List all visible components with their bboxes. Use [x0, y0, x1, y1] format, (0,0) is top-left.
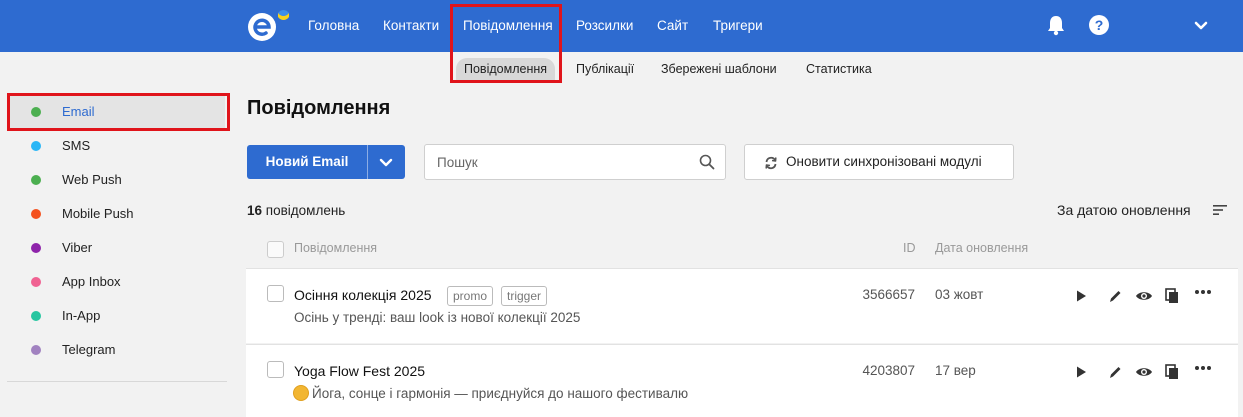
message-id: 3566657	[862, 287, 915, 302]
sms-channel-dot	[31, 141, 41, 151]
copy-icon[interactable]	[1163, 363, 1181, 381]
header-message[interactable]: Повідомлення	[294, 241, 377, 255]
search-input[interactable]	[437, 153, 687, 171]
message-name[interactable]: Yoga Flow Fest 2025	[294, 363, 425, 379]
copy-icon[interactable]	[1163, 287, 1181, 305]
message-date: 17 вер	[935, 363, 976, 378]
sidebar-item-label: Web Push	[62, 172, 122, 187]
row-checkbox[interactable]	[267, 285, 284, 302]
edit-icon[interactable]	[1106, 363, 1124, 381]
header-id[interactable]: ID	[903, 241, 916, 255]
subnav-statistics[interactable]: Статистика	[806, 58, 872, 80]
nav-site[interactable]: Сайт	[657, 0, 688, 52]
help-icon[interactable]: ?	[1089, 15, 1109, 35]
sidebar-item-label: App Inbox	[62, 274, 121, 289]
more-icon[interactable]	[1194, 283, 1212, 301]
message-count-label: повідомлень	[262, 203, 346, 218]
play-icon[interactable]	[1072, 363, 1090, 381]
message-date: 03 жовт	[935, 287, 984, 302]
sidebar-item-label: In-App	[62, 308, 101, 323]
edit-icon[interactable]	[1106, 287, 1124, 305]
message-name[interactable]: Осіння колекція 2025	[294, 287, 432, 303]
sync-modules-label: Оновити синхронізовані модулі	[786, 154, 982, 169]
message-description: Йога, сонце і гармонія — приєднуйся до н…	[294, 386, 688, 401]
search-box	[424, 144, 726, 180]
in-app-channel-dot	[31, 311, 41, 321]
sun-emoji-icon	[294, 386, 308, 400]
sidebar-item-viber[interactable]: Viber	[10, 231, 225, 265]
app-inbox-channel-dot	[31, 277, 41, 287]
sidebar-item-label: Viber	[62, 240, 93, 255]
message-description: Осінь у тренді: ваш look із нової колекц…	[294, 310, 581, 325]
chevron-down-icon	[379, 158, 393, 167]
sidebar-item-label: Telegram	[62, 342, 116, 357]
logo[interactable]	[246, 8, 294, 44]
message-description-text: Йога, сонце і гармонія — приєднуйся до н…	[312, 386, 689, 401]
subnav-saved-templates[interactable]: Збережені шаблони	[661, 58, 777, 80]
new-email-button[interactable]: Новий Email	[247, 145, 367, 179]
table-row[interactable]: Yoga Flow Fest 2025 Йога, сонце і гармон…	[246, 344, 1238, 417]
nav-home[interactable]: Головна	[308, 0, 359, 52]
sidebar-item-in-app[interactable]: In-App	[10, 299, 225, 333]
page-title: Повідомлення	[247, 97, 391, 119]
message-id: 4203807	[862, 363, 915, 378]
highlight-box-messages	[450, 4, 562, 83]
sidebar-item-label: SMS	[62, 138, 91, 153]
view-icon[interactable]	[1135, 287, 1153, 305]
tag-badge: trigger	[501, 286, 548, 306]
sync-modules-button[interactable]: Оновити синхронізовані модулі	[744, 144, 1014, 180]
row-checkbox[interactable]	[267, 361, 284, 378]
sidebar-item-sms[interactable]: SMS	[10, 129, 225, 163]
viber-channel-dot	[31, 243, 41, 253]
telegram-channel-dot	[31, 345, 41, 355]
message-count-number: 16	[247, 203, 263, 218]
chevron-down-icon[interactable]	[1193, 19, 1209, 33]
view-icon[interactable]	[1135, 363, 1153, 381]
refresh-icon	[765, 156, 777, 170]
sort-dropdown[interactable]: За датою оновлення	[1057, 202, 1191, 218]
top-navbar: Головна Контакти Повідомлення Розсилки С…	[0, 0, 1243, 52]
nav-contacts[interactable]: Контакти	[383, 0, 439, 52]
sidebar-divider	[7, 381, 227, 382]
tag-badge: promo	[447, 286, 494, 306]
message-count: 16 повідомлень	[247, 203, 345, 218]
new-message-dropdown-button[interactable]	[368, 145, 405, 179]
sidebar-item-web-push[interactable]: Web Push	[10, 163, 225, 197]
play-icon[interactable]	[1072, 287, 1090, 305]
nav-campaigns[interactable]: Розсилки	[576, 0, 633, 52]
table-row[interactable]: Осіння колекція 2025 promo trigger Осінь…	[246, 268, 1238, 343]
sidebar-item-telegram[interactable]: Telegram	[10, 333, 225, 367]
select-all-checkbox[interactable]	[267, 241, 284, 258]
web-push-channel-dot	[31, 175, 41, 185]
sidebar-item-label: Mobile Push	[62, 206, 134, 221]
more-icon[interactable]	[1194, 359, 1212, 377]
header-date[interactable]: Дата оновлення	[935, 241, 1028, 255]
bell-icon[interactable]	[1046, 14, 1066, 36]
new-email-button-group: Новий Email	[247, 145, 405, 179]
nav-triggers[interactable]: Тригери	[713, 0, 763, 52]
mobile-push-channel-dot	[31, 209, 41, 219]
search-icon[interactable]	[699, 154, 715, 170]
highlight-box-email	[7, 93, 230, 131]
sort-icon[interactable]	[1213, 204, 1227, 216]
sidebar-item-app-inbox[interactable]: App Inbox	[10, 265, 225, 299]
sidebar-item-mobile-push[interactable]: Mobile Push	[10, 197, 225, 231]
subnav-publications[interactable]: Публікації	[576, 58, 634, 80]
